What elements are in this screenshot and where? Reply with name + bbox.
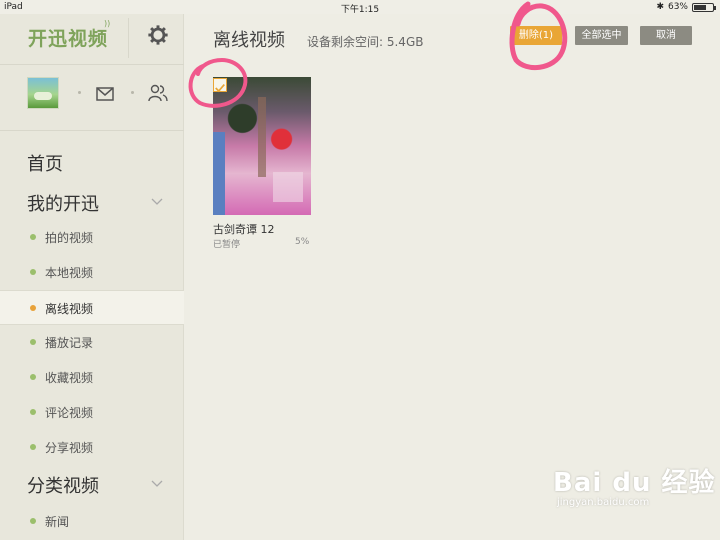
- brand-logo: 开迅视频: [28, 28, 109, 50]
- sidebar-item-label: 本地视频: [45, 266, 94, 280]
- bullet-dot: [30, 444, 36, 450]
- bullet-dot: [30, 305, 36, 311]
- gear-icon[interactable]: [147, 24, 169, 46]
- video-thumbnail[interactable]: [213, 77, 311, 215]
- watermark-logo: Bai du 经验: [553, 468, 716, 498]
- sidebar-item-local-videos[interactable]: 本地视频: [0, 255, 184, 290]
- sidebar-item-label: 离线视频: [45, 302, 94, 316]
- sidebar-item-play-history[interactable]: 播放记录: [0, 325, 184, 360]
- bullet-dot: [30, 409, 36, 415]
- menu-categories[interactable]: 分类视频: [27, 472, 99, 498]
- bullet-dot: [30, 339, 36, 345]
- menu-home[interactable]: 首页: [27, 150, 63, 176]
- mail-icon[interactable]: [96, 87, 114, 101]
- status-bar: iPad 下午1:15 ✱ 63%: [0, 0, 720, 15]
- sidebar: 开迅视频 )) 首页 我的开迅 拍的视频 本地视频 离线视频 播放记录 收藏视频…: [0, 14, 184, 540]
- sidebar-item-favorites[interactable]: 收藏视频: [0, 360, 184, 395]
- video-title: 古剑奇谭 12: [213, 223, 275, 236]
- sidebar-item-label: 播放记录: [45, 336, 94, 350]
- sidebar-item-news[interactable]: 新闻: [0, 504, 184, 539]
- battery-icon: [692, 2, 716, 12]
- sidebar-item-label: 分享视频: [45, 441, 94, 455]
- baidu-watermark: Bai du 经验 jingyan.baidu.com: [553, 462, 716, 508]
- bullet-dot: [30, 269, 36, 275]
- sidebar-item-label: 新闻: [45, 515, 70, 529]
- storage-remaining: 设备剩余空间: 5.4GB: [307, 35, 424, 49]
- avatar[interactable]: [27, 77, 59, 109]
- dot-separator: [131, 91, 134, 94]
- divider: [0, 64, 184, 65]
- friends-icon[interactable]: [148, 84, 168, 102]
- chevron-down-icon[interactable]: [151, 480, 163, 488]
- sidebar-item-label: 评论视频: [45, 406, 94, 420]
- sidebar-item-offline-videos[interactable]: 离线视频: [0, 290, 184, 325]
- video-status: 已暂停: [213, 240, 241, 250]
- page-title: 离线视频: [213, 30, 285, 51]
- sidebar-item-comments[interactable]: 评论视频: [0, 395, 184, 430]
- battery-percent: 63%: [667, 2, 688, 12]
- cancel-button[interactable]: 取消: [640, 26, 692, 45]
- bullet-dot: [30, 518, 36, 524]
- sidebar-item-shared[interactable]: 分享视频: [0, 430, 184, 465]
- delete-button[interactable]: 删除(1): [510, 26, 562, 45]
- sidebar-item-label: 收藏视频: [45, 371, 94, 385]
- thumbnail-detail: [258, 97, 266, 177]
- chevron-down-icon[interactable]: [151, 198, 163, 206]
- thumbnail-detail: [273, 172, 303, 202]
- sidebar-item-shot-videos[interactable]: 拍的视频: [0, 220, 184, 255]
- status-right: ✱ 63%: [656, 2, 716, 12]
- thumbnail-detail: [213, 132, 225, 215]
- checkmark-icon: [215, 84, 225, 93]
- bullet-dot: [30, 234, 36, 240]
- divider: [0, 130, 184, 131]
- select-checkbox[interactable]: [213, 78, 227, 93]
- select-all-button[interactable]: 全部选中: [575, 26, 628, 45]
- menu-my-kaixun[interactable]: 我的开迅: [27, 190, 99, 216]
- video-progress: 5%: [295, 237, 310, 247]
- battery-fill: [694, 4, 706, 10]
- divider: [128, 18, 129, 58]
- bluetooth-icon: ✱: [656, 2, 664, 12]
- sidebar-item-label: 拍的视频: [45, 231, 94, 245]
- dot-separator: [78, 91, 81, 94]
- signal-icon: )): [104, 19, 111, 28]
- bullet-dot: [30, 374, 36, 380]
